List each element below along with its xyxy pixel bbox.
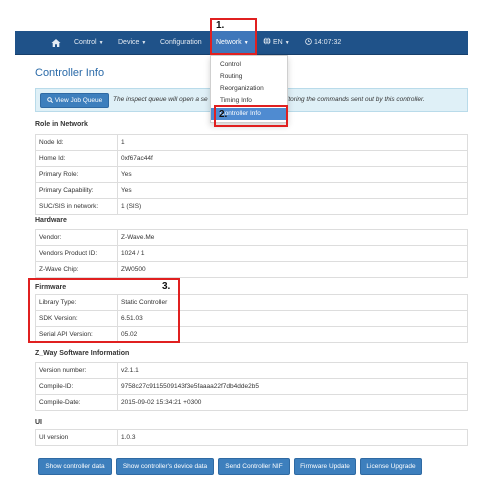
row-key: SUC/SIS in network: — [35, 198, 118, 215]
nav-control[interactable]: Control ▼ — [74, 31, 104, 55]
role-table: Node Id: 1 Home Id: 0xf67ac44f Primary Rol… — [35, 134, 468, 215]
row-value: 1024 / 1 — [117, 245, 468, 262]
row-value: 1.0.3 — [117, 429, 468, 446]
table-row: Compile-Date: 2015-09-02 15:34:21 +0300 — [35, 394, 468, 411]
caret-down-icon: ▼ — [141, 40, 147, 46]
table-row: Version number: v2.1.1 — [35, 362, 468, 379]
table-row: Vendor: Z-Wave.Me — [35, 229, 468, 246]
caret-down-icon: ▼ — [284, 40, 290, 46]
table-row: Primary Capability: Yes — [35, 182, 468, 199]
nav-configuration-label: Configuration — [160, 39, 202, 46]
action-button-bar: Show controller data Show controller's d… — [38, 458, 468, 476]
nav-device-label: Device — [118, 39, 140, 46]
section-title-ui: UI — [35, 419, 42, 426]
row-key: Compile-Date: — [35, 394, 118, 411]
annotation-label-3: 3. — [162, 281, 171, 292]
send-controller-nif-button[interactable]: Send Controller NIF — [218, 458, 290, 475]
table-row: Z-Wave Chip: ZW0500 — [35, 261, 468, 278]
row-value: Yes — [117, 166, 468, 183]
row-value: Z-Wave.Me — [117, 229, 468, 246]
row-value: 2015-09-02 15:34:21 +0300 — [117, 394, 468, 411]
row-key: Primary Role: — [35, 166, 118, 183]
section-title-hardware: Hardware — [35, 217, 67, 224]
row-value: 1 — [117, 134, 468, 151]
row-value: 9758c27c9115509143f3e5faaaa22f7db4dde2b5 — [117, 378, 468, 395]
annotation-label-1: 1. — [216, 20, 225, 31]
row-value: Yes — [117, 182, 468, 199]
row-key: Vendor: — [35, 229, 118, 246]
row-key: Vendors Product ID: — [35, 245, 118, 262]
section-title-role: Role in Network — [35, 121, 88, 128]
view-job-queue-label: View Job Queue — [54, 97, 103, 104]
row-value: ZW0500 — [117, 261, 468, 278]
license-upgrade-button[interactable]: License Upgrade — [360, 458, 422, 475]
annotation-label-2: 2. — [219, 109, 228, 120]
info-text-left: The inspect queue will open a se — [113, 96, 208, 103]
nav-language-label: EN — [273, 39, 283, 46]
table-row: Node Id: 1 — [35, 134, 468, 151]
clock-icon — [305, 38, 312, 45]
row-value: 1 (SIS) — [117, 198, 468, 215]
clock-time: 14:07:32 — [314, 39, 342, 46]
row-key: Node Id: — [35, 134, 118, 151]
view-job-queue-button[interactable]: View Job Queue — [40, 93, 109, 108]
section-title-zway: Z_Way Software Information — [35, 350, 130, 357]
globe-icon — [263, 37, 271, 45]
row-key: UI version — [35, 429, 118, 446]
show-controller-data-button[interactable]: Show controller data — [38, 458, 112, 475]
ui-table: UI version 1.0.3 — [35, 429, 468, 446]
search-icon — [46, 97, 53, 103]
table-row: Vendors Product ID: 1024 / 1 — [35, 245, 468, 262]
row-value: v2.1.1 — [117, 362, 468, 379]
table-row: SUC/SIS in network: 1 (SIS) — [35, 198, 468, 215]
row-key: Compile-ID: — [35, 378, 118, 395]
dropdown-item-control[interactable]: Control — [211, 59, 287, 71]
table-row: UI version 1.0.3 — [35, 429, 468, 446]
row-key: Version number: — [35, 362, 118, 379]
nav-language[interactable]: EN ▼ — [263, 31, 290, 55]
info-text-right: onitoring the commands sent out by this … — [279, 96, 425, 103]
row-key: Home Id: — [35, 150, 118, 167]
nav-configuration[interactable]: Configuration — [160, 31, 202, 55]
firmware-update-button[interactable]: Firmware Update — [294, 458, 356, 475]
page-title: Controller Info — [35, 67, 105, 79]
table-row: Primary Role: Yes — [35, 166, 468, 183]
hardware-table: Vendor: Z-Wave.Me Vendors Product ID: 1024… — [35, 229, 468, 278]
dropdown-item-routing[interactable]: Routing — [211, 71, 287, 83]
table-row: Compile-ID: 9758c27c9115509143f3e5faaaa22… — [35, 378, 468, 395]
nav-clock: 14:07:32 — [305, 31, 341, 55]
dropdown-item-reorganization[interactable]: Reorganization — [211, 83, 287, 95]
nav-control-label: Control — [74, 39, 97, 46]
table-row: Home Id: 0xf67ac44f — [35, 150, 468, 167]
row-value: 0xf67ac44f — [117, 150, 468, 167]
show-device-data-button[interactable]: Show controller's device data — [116, 458, 214, 475]
row-key: Primary Capability: — [35, 182, 118, 199]
caret-down-icon: ▼ — [98, 40, 104, 46]
home-icon[interactable] — [51, 38, 61, 48]
nav-device[interactable]: Device ▼ — [118, 31, 146, 55]
row-key: Z-Wave Chip: — [35, 261, 118, 278]
zway-table: Version number: v2.1.1 Compile-ID: 9758c27… — [35, 362, 468, 411]
annotation-box-3 — [28, 278, 180, 343]
